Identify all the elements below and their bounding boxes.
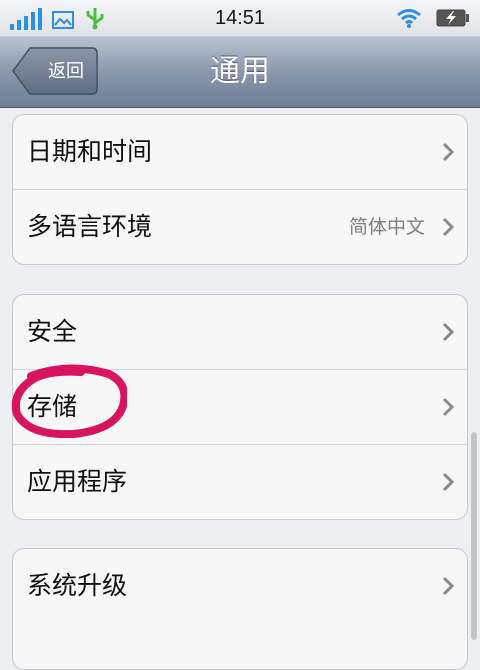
row-language[interactable]: 多语言环境 简体中文	[13, 190, 467, 264]
annotation-circle	[11, 364, 127, 438]
row-label: 多语言环境	[27, 212, 153, 241]
settings-group-1: 日期和时间 多语言环境 简体中文	[12, 114, 468, 265]
chevron-right-icon	[442, 397, 455, 417]
navigation-bar: 返回 通用	[0, 37, 480, 108]
chevron-right-icon	[442, 472, 455, 492]
battery-charging-icon	[436, 9, 469, 27]
scrollbar[interactable]	[471, 432, 477, 640]
row-date-time[interactable]: 日期和时间	[13, 115, 467, 190]
settings-group-3: 系统升级	[12, 548, 468, 670]
row-label: 日期和时间	[27, 137, 153, 166]
chevron-right-icon	[442, 142, 455, 162]
status-bar: 14:51	[0, 0, 480, 37]
status-right-icons	[396, 6, 470, 30]
row-value: 简体中文	[348, 216, 425, 238]
row-label: 安全	[27, 317, 78, 346]
row-system-upgrade[interactable]: 系统升级	[13, 549, 467, 623]
row-label: 系统升级	[27, 571, 128, 600]
row-applications[interactable]: 应用程序	[13, 445, 467, 519]
row-security[interactable]: 安全	[13, 295, 467, 370]
chevron-right-icon	[442, 217, 455, 237]
page-title: 通用	[210, 54, 270, 89]
chevron-right-icon	[442, 322, 455, 342]
chevron-right-icon	[442, 576, 455, 596]
wifi-icon	[397, 9, 421, 28]
row-label: 应用程序	[27, 467, 128, 496]
